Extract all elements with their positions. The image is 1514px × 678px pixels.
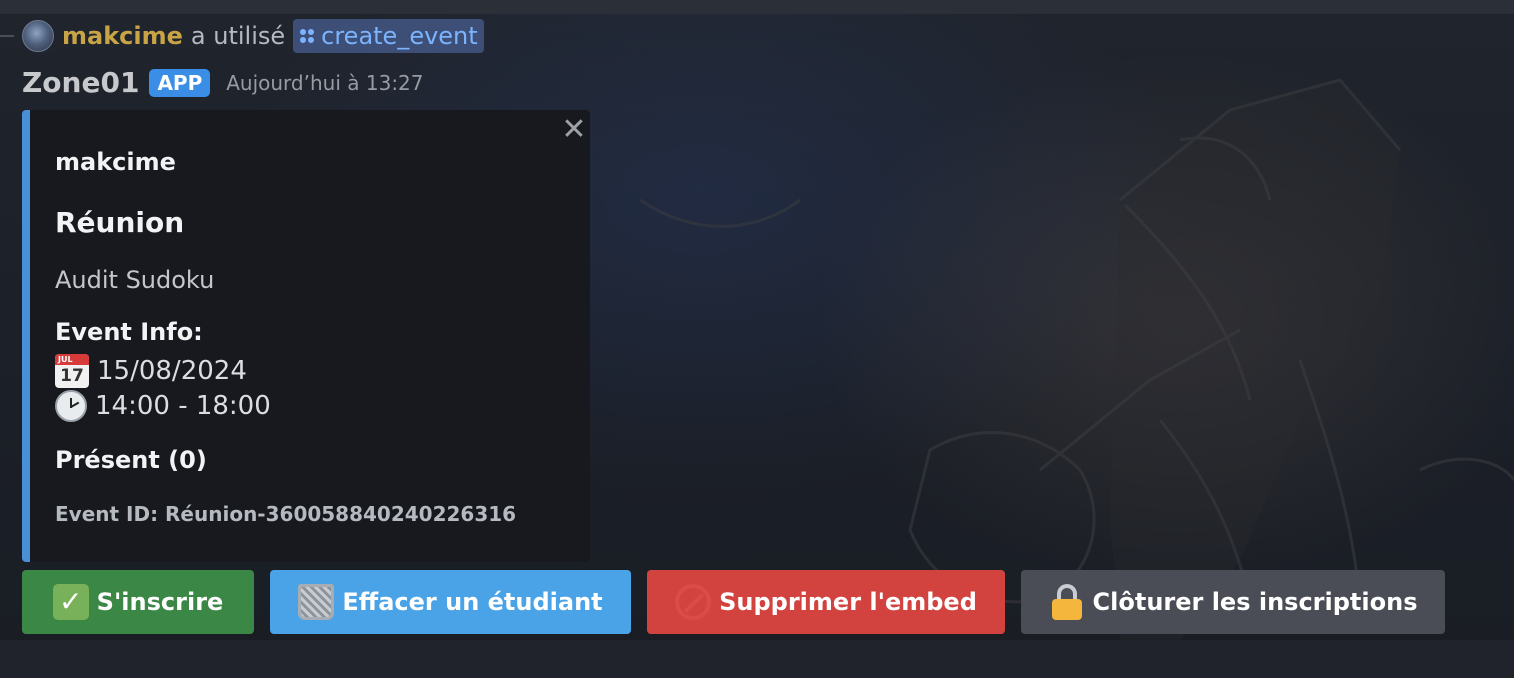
event-date-row: JUL 17 15/08/2024: [55, 354, 247, 388]
app-badge: APP: [149, 68, 211, 97]
delete-embed-button-label: Supprimer l'embed: [719, 588, 977, 616]
no-entry-icon: [675, 584, 712, 620]
event-date: 15/08/2024: [97, 356, 247, 386]
lock-icon: [1049, 584, 1085, 620]
message-timestamp[interactable]: Aujourd’hui à 13:27: [226, 71, 423, 95]
remove-student-button-label: Effacer un étudiant: [342, 588, 603, 616]
calendar-day: 17: [60, 366, 84, 386]
reply-action-text: a utilisé: [190, 22, 286, 50]
reply-connector-line: [0, 35, 14, 37]
delete-embed-button[interactable]: Supprimer l'embed: [647, 570, 1005, 634]
remove-student-button[interactable]: Effacer un étudiant: [270, 570, 631, 634]
command-name: create_event: [321, 22, 478, 50]
calendar-month: JUL: [55, 354, 89, 365]
register-button-label: S'inscrire: [96, 588, 224, 616]
slash-command-icon: [299, 28, 315, 44]
register-button[interactable]: ✓ S'inscrire: [22, 570, 254, 634]
embed-field-name: Event Info:: [55, 318, 203, 346]
clock-icon: [55, 390, 87, 422]
action-buttons-row: ✓ S'inscrire Effacer un étudiant Supprim…: [22, 570, 1445, 634]
check-icon: ✓: [52, 584, 89, 620]
event-embed: ✕ makcime Réunion Audit Sudoku Event Inf…: [22, 110, 590, 562]
close-registrations-button[interactable]: Clôturer les inscriptions: [1021, 570, 1445, 634]
message-author[interactable]: Zone01: [22, 66, 139, 99]
close-registrations-button-label: Clôturer les inscriptions: [1092, 588, 1418, 616]
event-time: 14:00 - 18:00: [95, 391, 271, 421]
embed-description: Audit Sudoku: [55, 266, 215, 294]
command-mention[interactable]: create_event: [293, 19, 484, 53]
message-container: makcime a utilisé create_event Zone01 AP…: [0, 0, 1514, 678]
reply-username[interactable]: makcime: [62, 22, 183, 50]
event-time-row: 14:00 - 18:00: [55, 390, 271, 422]
wastebasket-icon: [298, 584, 335, 620]
embed-title: Réunion: [55, 206, 185, 239]
command-reply-header: makcime a utilisé create_event: [0, 18, 484, 54]
close-icon[interactable]: ✕: [560, 115, 588, 145]
avatar[interactable]: [22, 20, 54, 52]
embed-footer: Event ID: Réunion-360058840240226316: [55, 502, 517, 526]
message-author-row: Zone01 APP Aujourd’hui à 13:27: [22, 66, 424, 99]
calendar-icon: JUL 17: [55, 354, 89, 388]
embed-author: makcime: [55, 148, 176, 176]
present-count: Présent (0): [55, 446, 207, 474]
